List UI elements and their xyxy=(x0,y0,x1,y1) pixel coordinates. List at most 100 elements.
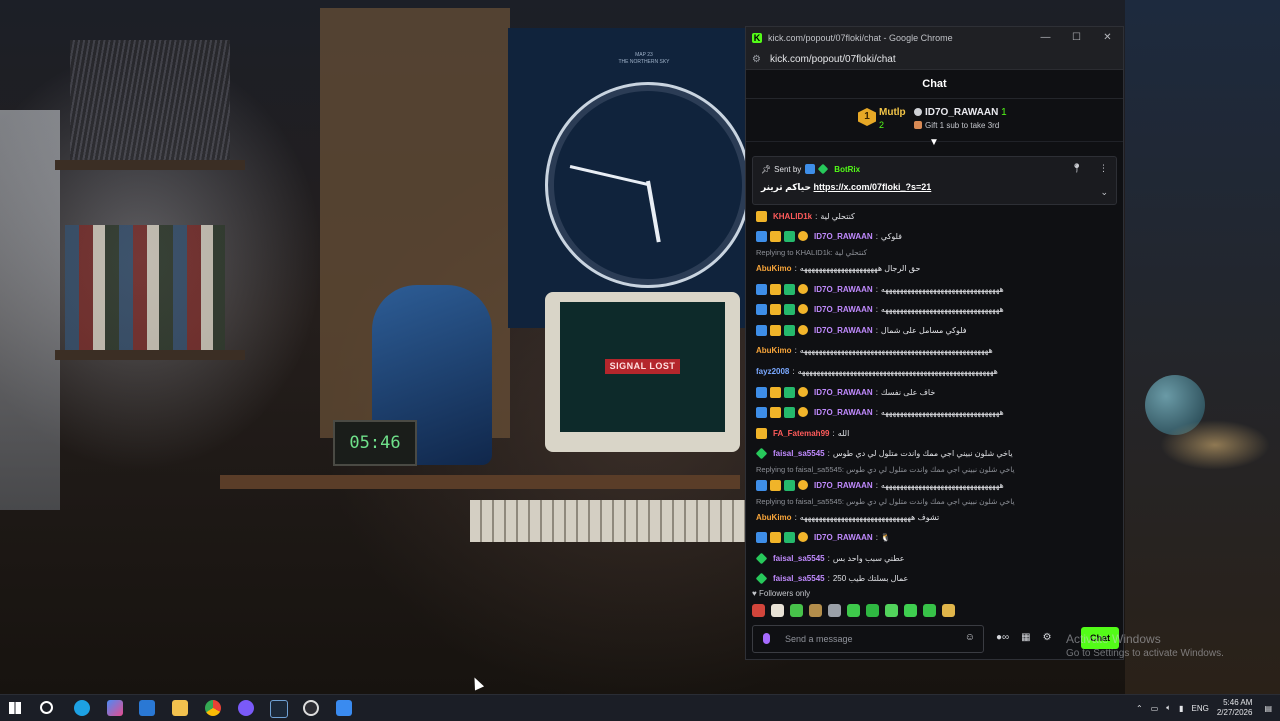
unpin-icon[interactable]: 📍︎ xyxy=(1071,163,1082,173)
battery-icon[interactable]: ▮ xyxy=(1179,704,1183,713)
gifter-badge-icon[interactable] xyxy=(798,479,808,490)
taskbar-clock[interactable]: 5:46 AM 2/27/2026 xyxy=(1217,698,1253,718)
site-settings-icon[interactable]: ⚙ xyxy=(752,54,770,65)
subscriber-badge-icon[interactable] xyxy=(784,532,795,544)
chat-username[interactable]: AbuKimo xyxy=(756,513,792,522)
language-indicator[interactable]: ENG xyxy=(1192,704,1209,713)
chat-message[interactable]: FA_Fatemah99: الله xyxy=(756,423,1116,444)
subscriber-badge-icon[interactable] xyxy=(784,324,795,336)
chat-message[interactable]: ID7O_RAWAAN: فلوكي xyxy=(756,227,1116,248)
chat-username[interactable]: faisal_sa5545 xyxy=(773,574,825,583)
reply-context[interactable]: Replying to faisal_sa5545: ياخي شلون نبي… xyxy=(756,464,1116,475)
volume-icon[interactable]: 🔈︎ xyxy=(1166,703,1171,713)
chat-username[interactable]: fayz2008 xyxy=(756,367,789,376)
chat-message[interactable]: AbuKimo: هههههههههههههههههههههههههههههههه… xyxy=(756,341,1116,362)
crown-badge-icon[interactable] xyxy=(756,210,767,222)
subscriber-badge-icon[interactable] xyxy=(784,283,795,295)
chat-message[interactable]: ID7O_RAWAAN: خاف على نفسك xyxy=(756,382,1116,403)
copilot-icon[interactable] xyxy=(107,700,123,716)
leaderboard-second[interactable]: ID7O_RAWAAN 1 xyxy=(914,107,1007,118)
emote-icon[interactable] xyxy=(828,604,841,617)
chat-messages-area[interactable]: KHALID1k: كنتحلي لية ID7O_RAWAAN: فلوكي Repl… xyxy=(746,148,1123,588)
shop-icon[interactable]: ▦ xyxy=(1021,632,1030,643)
mod-badge-icon[interactable] xyxy=(756,386,767,398)
gifter-badge-icon[interactable] xyxy=(798,283,808,294)
more-options-icon[interactable]: ⋮ xyxy=(1099,163,1108,173)
crown-badge-icon[interactable] xyxy=(770,324,781,336)
close-button[interactable]: ✕ xyxy=(1092,27,1123,49)
gifter-badge-icon[interactable] xyxy=(798,304,808,315)
chat-message[interactable]: ID7O_RAWAAN: 🐧 xyxy=(756,527,1116,548)
tray-chevron-icon[interactable]: ⌃ xyxy=(1136,704,1143,713)
edge-icon[interactable] xyxy=(74,700,90,716)
window-titlebar[interactable]: K kick.com/popout/07floki/chat - Google … xyxy=(746,27,1123,49)
chat-username[interactable]: faisal_sa5545 xyxy=(773,554,825,563)
windows-start-icon[interactable] xyxy=(9,702,21,714)
subscriber-badge-icon[interactable] xyxy=(784,231,795,243)
subscriber-badge-icon[interactable] xyxy=(784,386,795,398)
chat-username[interactable]: ID7O_RAWAAN xyxy=(814,305,873,314)
search-icon[interactable] xyxy=(40,701,53,714)
gifter-badge-icon[interactable] xyxy=(798,532,808,543)
chat-settings-icon[interactable]: ⚙ xyxy=(1043,632,1052,643)
chat-message[interactable]: ID7O_RAWAAN: هههههههههههههههههههههههههههه… xyxy=(756,402,1116,423)
gift-sub-cta[interactable]: Gift 1 sub to take 3rd xyxy=(914,121,999,130)
collapse-chevron-icon[interactable]: ▼ xyxy=(929,137,939,148)
gifter-badge-icon[interactable] xyxy=(798,386,808,397)
chat-message[interactable]: fayz2008: ههههههههههههههههههههههههههههههه… xyxy=(756,361,1116,382)
emote-icon[interactable] xyxy=(771,604,784,617)
mod-badge-icon[interactable] xyxy=(756,231,767,243)
emote-icon[interactable] xyxy=(904,604,917,617)
address-bar[interactable]: ⚙ kick.com/popout/07floki/chat xyxy=(746,49,1123,70)
emote-icon[interactable] xyxy=(790,604,803,617)
subscriber-badge-icon[interactable] xyxy=(784,479,795,491)
chat-username[interactable]: KHALID1k xyxy=(773,212,812,221)
minimize-button[interactable]: — xyxy=(1030,27,1061,49)
emote-icon[interactable] xyxy=(847,604,860,617)
mod-badge-icon[interactable] xyxy=(756,304,767,316)
subscriber-badge-icon[interactable] xyxy=(784,407,795,419)
crown-badge-icon[interactable] xyxy=(770,407,781,419)
steam-icon[interactable] xyxy=(270,700,288,718)
gifter-badge-icon[interactable] xyxy=(798,407,808,418)
discord-icon[interactable] xyxy=(238,700,254,716)
chat-message[interactable]: ID7O_RAWAAN: هههههههههههههههههههههههههههه… xyxy=(756,475,1116,496)
crown-badge-icon[interactable] xyxy=(770,283,781,295)
pinned-message[interactable]: 📌︎ Sent by BotRix حياكم ترينر https://x.… xyxy=(752,156,1117,205)
mod-badge-icon[interactable] xyxy=(756,324,767,336)
chat-message[interactable]: ID7O_RAWAAN: فلوكي مسامل على شمال xyxy=(756,320,1116,341)
reply-context[interactable]: Replying to faisal_sa5545: ياخي شلون نبي… xyxy=(756,496,1116,507)
kicks-icon[interactable]: ●∞ xyxy=(996,632,1009,643)
pinned-link[interactable]: https://x.com/07floki_?s=21 xyxy=(813,182,931,192)
chat-username[interactable]: ID7O_RAWAAN xyxy=(814,285,873,294)
file-explorer-icon[interactable] xyxy=(172,700,188,716)
vip-badge-icon[interactable] xyxy=(756,447,768,460)
network-icon[interactable]: ▭ xyxy=(1151,704,1159,713)
emote-icon[interactable] xyxy=(809,604,822,617)
emote-icon[interactable] xyxy=(942,604,955,617)
maximize-button[interactable]: ☐ xyxy=(1061,27,1092,49)
leaderboard-first-name[interactable]: Mutlp xyxy=(879,107,906,118)
mod-badge-icon[interactable] xyxy=(756,532,767,544)
vip-badge-icon[interactable] xyxy=(756,572,768,585)
mod-badge-icon[interactable] xyxy=(756,283,767,295)
reply-context[interactable]: Replying to KHALID1k: كنتحلي لية xyxy=(756,247,1116,258)
chat-username[interactable]: AbuKimo xyxy=(756,346,792,355)
chat-username[interactable]: ID7O_RAWAAN xyxy=(814,232,873,241)
chat-username[interactable]: ID7O_RAWAAN xyxy=(814,326,873,335)
chrome-icon[interactable] xyxy=(205,700,221,716)
chat-username[interactable]: FA_Fatemah99 xyxy=(773,429,829,438)
crown-badge-icon[interactable] xyxy=(770,386,781,398)
emote-icon[interactable] xyxy=(866,604,879,617)
emote-icon[interactable] xyxy=(752,604,765,617)
chat-message[interactable]: AbuKimo: حق الرجال هههههههههههههههههههههه xyxy=(756,258,1116,279)
notifications-icon[interactable]: ▤ xyxy=(1264,704,1272,713)
chat-message[interactable]: faisal_sa5545: ياخي شلون نبيني اجي ممك وا… xyxy=(756,444,1116,465)
crown-badge-icon[interactable] xyxy=(770,479,781,491)
crown-badge-icon[interactable] xyxy=(770,231,781,243)
emote-icon[interactable] xyxy=(923,604,936,617)
emoji-icon[interactable]: ☺ xyxy=(965,632,975,643)
obs-icon[interactable] xyxy=(303,700,319,716)
chat-message[interactable]: ID7O_RAWAAN: هههههههههههههههههههههههههههه… xyxy=(756,279,1116,300)
mod-badge-icon[interactable] xyxy=(756,479,767,491)
